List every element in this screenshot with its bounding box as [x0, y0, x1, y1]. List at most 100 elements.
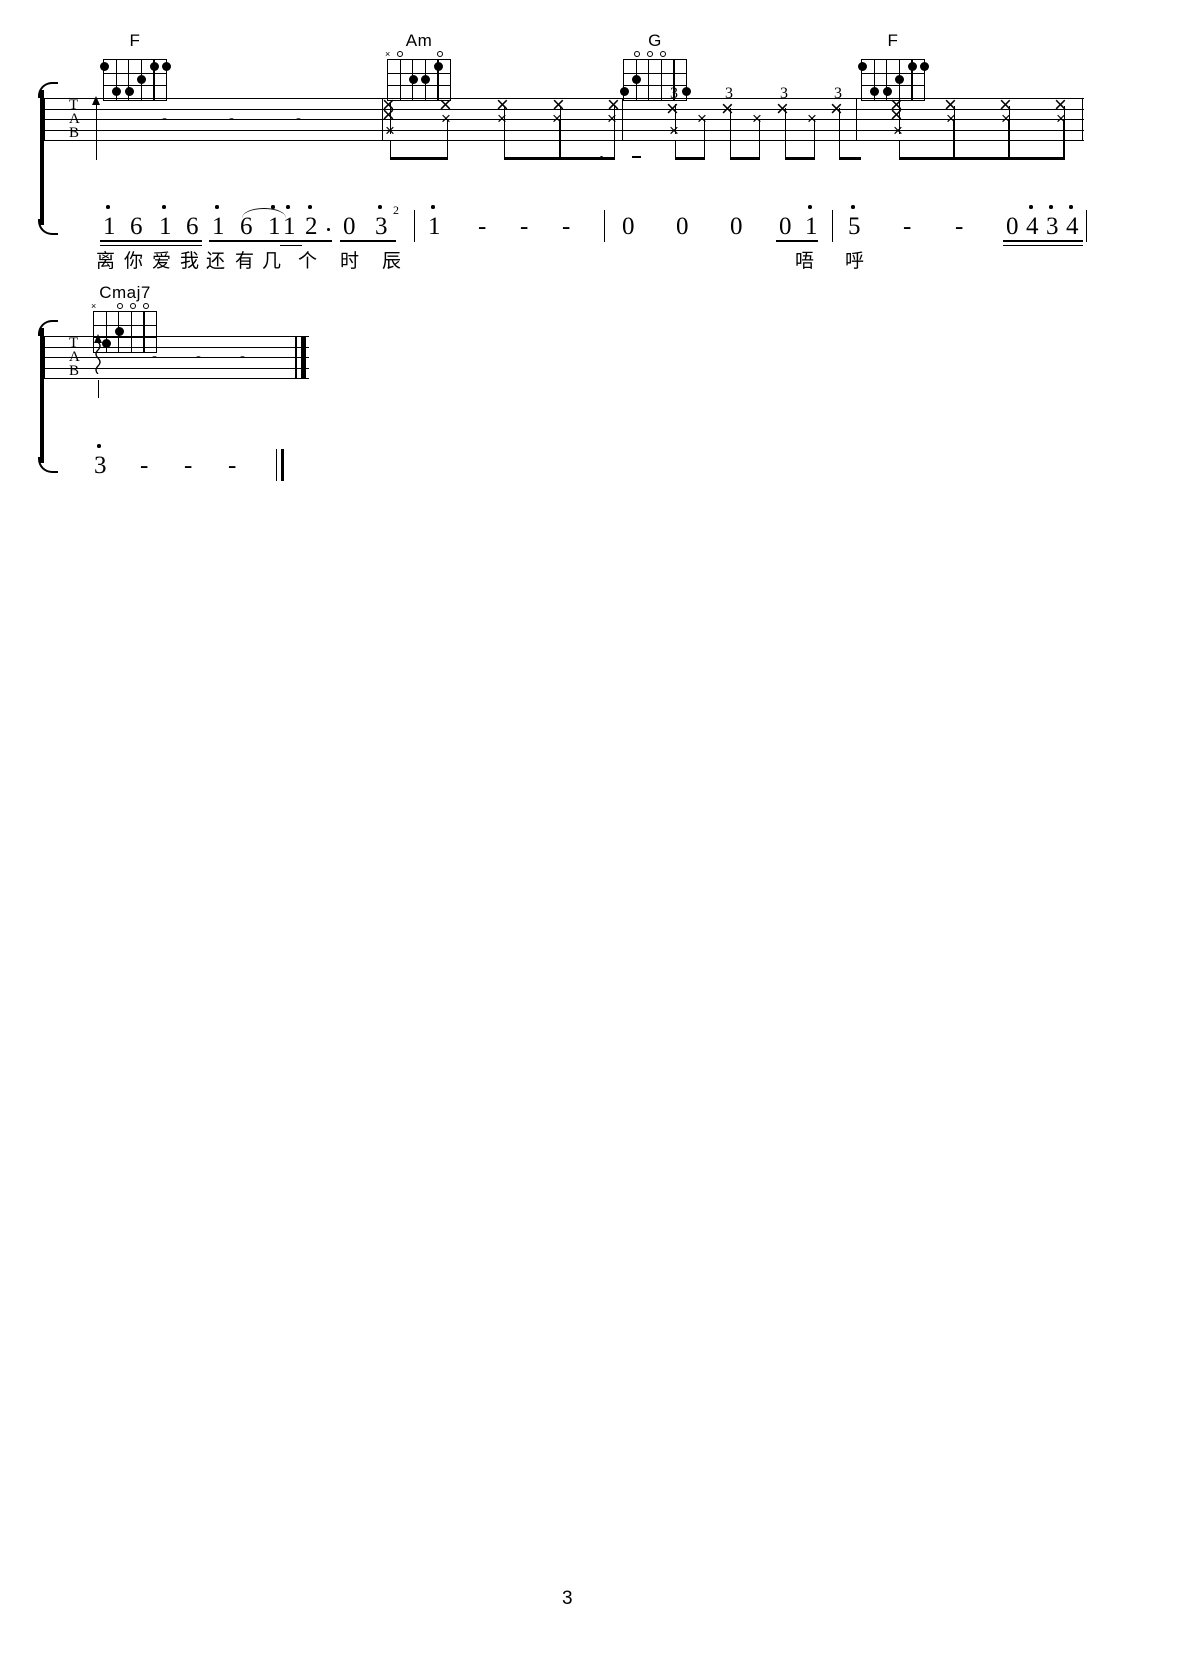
beam [730, 157, 760, 161]
strum-line [96, 102, 98, 160]
flag-dash [632, 156, 641, 159]
lyric-char: 有 [235, 250, 255, 272]
chord-open-marks: × [88, 302, 162, 311]
melody-note: 1 [159, 213, 172, 240]
chord-dot [137, 74, 146, 84]
beam [785, 157, 815, 161]
chord-dot [907, 61, 917, 71]
beam-under [776, 240, 818, 242]
chord-name: F [887, 31, 899, 50]
barline-start [44, 336, 46, 378]
lyric-char: 唔 [795, 250, 815, 272]
note-stem [614, 106, 616, 160]
octave-dot-high [97, 444, 101, 448]
lyric-char: 个 [298, 250, 318, 272]
beam [839, 157, 861, 161]
octave-dot-high [162, 205, 166, 209]
system-1: F Am × G F T A B - - - × × × × × × × × ×… [0, 0, 1200, 280]
beam-under [100, 244, 202, 247]
open-mark-o [130, 303, 136, 309]
chord-dot [99, 61, 109, 71]
staff-line [44, 129, 1084, 131]
octave-dot-high [1049, 205, 1053, 209]
augmentation-dot [327, 228, 331, 232]
rest-dash: - [229, 110, 234, 127]
chord-diagram-f-2: F [856, 32, 930, 101]
lyric-char: 辰 [382, 250, 402, 272]
octave-dot-high [215, 205, 219, 209]
melody-sustain-dash: - [562, 213, 571, 240]
octave-dot-high [851, 205, 855, 209]
mute-mark-x: × [91, 301, 97, 311]
octave-dot-high [106, 205, 110, 209]
strum-line [97, 380, 99, 398]
beam-under [280, 240, 332, 242]
melody-line-1: 1 6 1 6 1 6 1 1 2 0 3 2 1 - - - 0 0 0 0 … [0, 200, 1200, 280]
melody-sustain-dash: - [140, 452, 149, 479]
melody-note: 1 [268, 213, 281, 240]
rest-dash: - [152, 348, 157, 365]
beam-under [1003, 240, 1083, 242]
strum-x-mark: × [697, 109, 707, 128]
lyric-char: 时 [340, 250, 360, 272]
rest-dash: - [240, 348, 245, 365]
chord-name: Am [405, 31, 433, 50]
strum-line [675, 104, 677, 134]
note-stem [1009, 106, 1011, 160]
melody-note: 0 [676, 213, 689, 240]
melody-endbar-thick [281, 449, 284, 481]
tab-letter-b: B [69, 125, 80, 141]
staff-line [44, 119, 1084, 121]
note-stem [704, 120, 706, 160]
octave-dot-high [378, 205, 382, 209]
melody-sustain-dash: - [520, 213, 529, 240]
strum-x-mark: × [776, 96, 789, 121]
chord-dot [619, 87, 629, 96]
melody-note: 6 [130, 213, 143, 240]
beam [1009, 157, 1064, 161]
lyric-char: 还 [206, 250, 226, 272]
chord-dot [408, 74, 418, 84]
staff-line [44, 336, 309, 338]
octave-dot-high [431, 205, 435, 209]
strum-x-mark: × [893, 121, 903, 140]
note-stem [954, 106, 956, 160]
strum-x-mark: × [669, 121, 679, 140]
melody-note: 1 [103, 213, 116, 240]
system-2: Cmaj7 × T A B - - - 3 - - - [0, 284, 1200, 504]
lyric-char: 爱 [152, 250, 172, 272]
open-mark-o [397, 51, 403, 57]
lyric-char: 几 [262, 250, 282, 272]
melody-barline [832, 210, 834, 242]
melody-note: 4 [1066, 213, 1079, 240]
beam [954, 157, 1009, 161]
strum-arrow-up-icon [94, 334, 102, 343]
melody-sustain-dash: - [478, 213, 487, 240]
rest-dash: - [196, 348, 201, 365]
open-mark-o [143, 303, 149, 309]
chord-grid [99, 59, 171, 101]
chord-dot [112, 87, 121, 96]
melody-barline [1086, 210, 1088, 242]
chord-open-marks [856, 50, 930, 59]
strum-line [899, 102, 901, 134]
strum-x-mark: × [552, 92, 565, 117]
barline-2 [622, 98, 624, 140]
chord-dot [857, 61, 867, 71]
chord-diagram-am: Am × [382, 32, 456, 101]
chord-dot [919, 61, 929, 71]
strum-x-mark: × [439, 92, 452, 117]
endbar-thick [301, 336, 306, 378]
chord-dot [681, 87, 691, 96]
melody-note: 2 [305, 213, 318, 240]
melody-note: 4 [1026, 213, 1039, 240]
staff-line [44, 140, 1084, 142]
chord-dot [895, 74, 904, 84]
strum-x-mark: × [752, 109, 762, 128]
lyric-char: 我 [180, 250, 200, 272]
beam [390, 157, 448, 161]
melody-sustain-dash: - [955, 213, 964, 240]
melody-note: 3 [1046, 213, 1059, 240]
barline-start [44, 98, 46, 140]
melody-note: 1 [805, 213, 818, 240]
